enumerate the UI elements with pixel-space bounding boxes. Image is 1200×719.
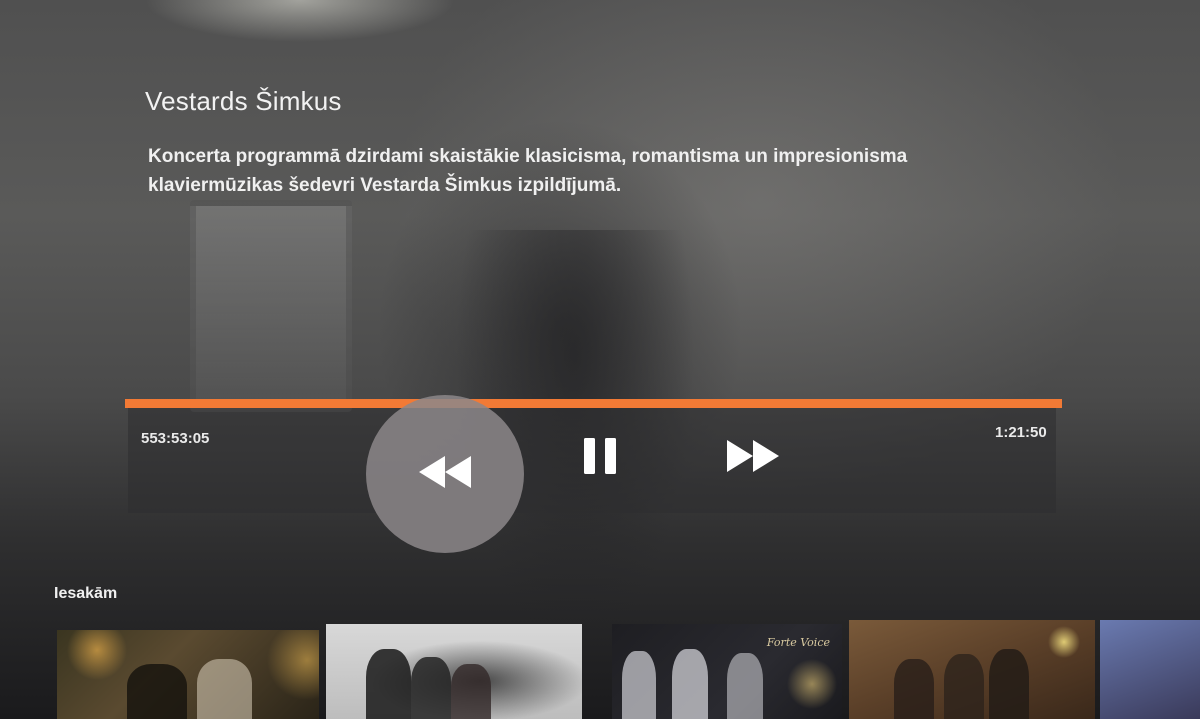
thumbnail-figure: [989, 649, 1029, 719]
fast-forward-button[interactable]: [718, 432, 788, 484]
total-time: 1:21:50: [995, 424, 1047, 441]
recommendation-thumbnail[interactable]: [1100, 620, 1200, 719]
thumbnail-figure: [451, 664, 491, 719]
program-description: Koncerta programmā dzirdami skaistākie k…: [148, 146, 908, 196]
progress-bar-fill: [125, 399, 1062, 408]
thumbnail-figure: [944, 654, 984, 719]
pause-button[interactable]: [574, 432, 626, 484]
elapsed-time: 553:53:05: [141, 430, 210, 447]
recommendation-thumbnail[interactable]: [326, 624, 582, 719]
program-title: Vestards Šimkus: [145, 86, 342, 116]
recommendation-thumbnail[interactable]: [57, 630, 319, 719]
fast-forward-icon: [725, 438, 781, 479]
thumbnail-figure: [894, 659, 934, 719]
pause-icon: [582, 437, 618, 480]
thumbnail-figure: [411, 657, 451, 719]
recommendation-thumbnail[interactable]: [849, 620, 1095, 719]
thumbnail-figure: [727, 653, 763, 719]
thumbnail-figure: [197, 659, 252, 719]
progress-bar[interactable]: [125, 399, 1062, 408]
recommendations-rail: Forte Voice: [0, 620, 1200, 719]
thumbnail-figure: [366, 649, 411, 719]
background-window: [190, 200, 352, 412]
rewind-button[interactable]: [366, 395, 524, 553]
thumbnail-figure: [622, 651, 656, 719]
recommendation-thumbnail[interactable]: Forte Voice: [612, 624, 842, 719]
thumbnail-overlay-text: Forte Voice: [766, 636, 830, 649]
rewind-icon: [417, 454, 473, 495]
thumbnail-figure: [127, 664, 187, 719]
thumbnail-figure: [672, 649, 708, 719]
recommendations-label: Iesakām: [54, 585, 118, 602]
